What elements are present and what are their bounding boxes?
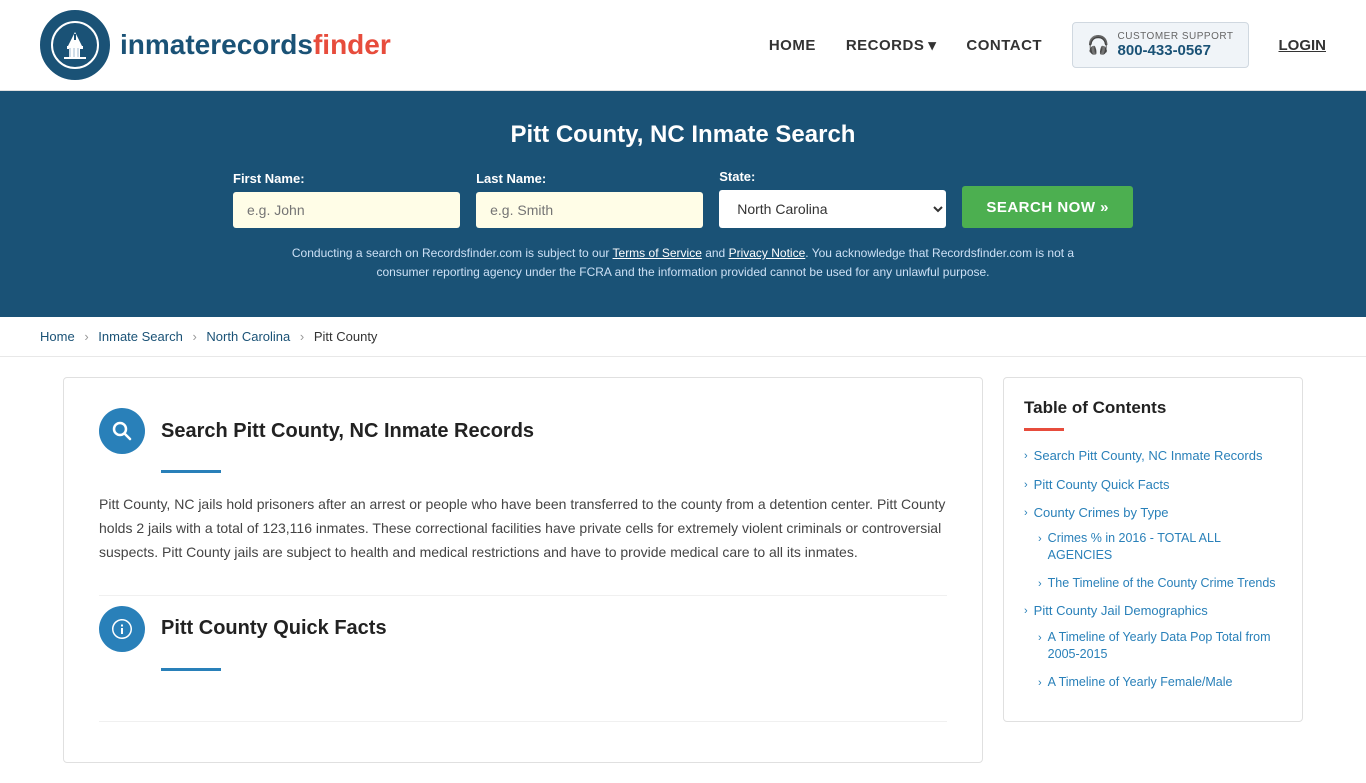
- search-form: First Name: Last Name: State: North Caro…: [233, 169, 1133, 228]
- toc-item-2: › Pitt County Quick Facts: [1024, 476, 1282, 494]
- section1-header: Search Pitt County, NC Inmate Records: [99, 408, 947, 454]
- toc-box: Table of Contents › Search Pitt County, …: [1003, 377, 1303, 722]
- first-name-group: First Name:: [233, 171, 460, 228]
- section1-divider: [161, 470, 221, 473]
- chevron-down-icon: ▾: [928, 36, 936, 54]
- logo-icon: [40, 10, 110, 80]
- toc-sub-item-3-1: › Crimes % in 2016 - TOTAL ALL AGENCIES: [1038, 530, 1282, 565]
- info-section-icon: [99, 606, 145, 652]
- first-name-input[interactable]: [233, 192, 460, 228]
- chevron-right-icon: ›: [1038, 532, 1042, 547]
- toc-sub-link-3-1[interactable]: › Crimes % in 2016 - TOTAL ALL AGENCIES: [1038, 530, 1282, 565]
- toc-item-4: › Pitt County Jail Demographics › A Time…: [1024, 602, 1282, 691]
- headset-icon: 🎧: [1087, 35, 1109, 56]
- toc-sub-item-4-1: › A Timeline of Yearly Data Pop Total fr…: [1038, 629, 1282, 664]
- chevron-right-icon: ›: [1024, 478, 1028, 493]
- last-name-input[interactable]: [476, 192, 703, 228]
- toc-sublist-3: › Crimes % in 2016 - TOTAL ALL AGENCIES …: [1038, 530, 1282, 593]
- breadcrumb-inmate-search[interactable]: Inmate Search: [98, 329, 183, 344]
- section-quick-facts: Pitt County Quick Facts: [99, 606, 947, 722]
- search-section-icon: [99, 408, 145, 454]
- main-nav: HOME RECORDS ▾ CONTACT 🎧 CUSTOMER SUPPOR…: [769, 22, 1326, 68]
- last-name-group: Last Name:: [476, 171, 703, 228]
- chevron-right-icon: ›: [1024, 506, 1028, 521]
- tos-link[interactable]: Terms of Service: [613, 246, 702, 260]
- first-name-label: First Name:: [233, 171, 460, 186]
- toc-title: Table of Contents: [1024, 398, 1282, 418]
- section2-header: Pitt County Quick Facts: [99, 606, 947, 652]
- nav-home[interactable]: HOME: [769, 37, 816, 54]
- content-area: Search Pitt County, NC Inmate Records Pi…: [63, 377, 983, 762]
- support-label: CUSTOMER SUPPORT: [1118, 31, 1234, 42]
- support-number: 800-433-0567: [1118, 42, 1234, 59]
- nav-login[interactable]: LOGIN: [1279, 37, 1327, 54]
- toc-sublist-4: › A Timeline of Yearly Data Pop Total fr…: [1038, 629, 1282, 692]
- breadcrumb-sep-3: ›: [300, 329, 304, 344]
- disclaimer-text: Conducting a search on Recordsfinder.com…: [283, 244, 1083, 282]
- site-header: inmaterecordsfinder HOME RECORDS ▾ CONTA…: [0, 0, 1366, 91]
- logo-text: inmaterecordsfinder: [120, 29, 391, 61]
- section-inmate-records: Search Pitt County, NC Inmate Records Pi…: [99, 408, 947, 595]
- nav-contact[interactable]: CONTACT: [966, 37, 1042, 54]
- chevron-right-icon: ›: [1024, 604, 1028, 619]
- sidebar: Table of Contents › Search Pitt County, …: [1003, 377, 1303, 762]
- nav-records[interactable]: RECORDS ▾: [846, 36, 937, 54]
- state-label: State:: [719, 169, 946, 184]
- toc-link-3[interactable]: › County Crimes by Type: [1024, 504, 1282, 522]
- toc-item-1: › Search Pitt County, NC Inmate Records: [1024, 447, 1282, 465]
- logo-area: inmaterecordsfinder: [40, 10, 391, 80]
- breadcrumb-sep-2: ›: [192, 329, 196, 344]
- toc-link-4[interactable]: › Pitt County Jail Demographics: [1024, 602, 1282, 620]
- privacy-link[interactable]: Privacy Notice: [729, 246, 806, 260]
- state-select[interactable]: North Carolina Alabama Alaska California…: [719, 190, 946, 228]
- customer-support-box: 🎧 CUSTOMER SUPPORT 800-433-0567: [1072, 22, 1248, 68]
- main-container: Search Pitt County, NC Inmate Records Pi…: [43, 377, 1323, 762]
- toc-sub-link-3-2[interactable]: › The Timeline of the County Crime Trend…: [1038, 575, 1282, 593]
- breadcrumb: Home › Inmate Search › North Carolina › …: [0, 317, 1366, 357]
- chevron-right-icon: ›: [1024, 449, 1028, 464]
- toc-sub-item-4-2: › A Timeline of Yearly Female/Male: [1038, 674, 1282, 692]
- hero-title: Pitt County, NC Inmate Search: [40, 121, 1326, 149]
- toc-divider: [1024, 428, 1064, 431]
- toc-link-1[interactable]: › Search Pitt County, NC Inmate Records: [1024, 447, 1282, 465]
- section2-title: Pitt County Quick Facts: [161, 617, 387, 640]
- toc-sub-link-4-2[interactable]: › A Timeline of Yearly Female/Male: [1038, 674, 1282, 692]
- breadcrumb-pitt-county: Pitt County: [314, 329, 378, 344]
- section1-title: Search Pitt County, NC Inmate Records: [161, 420, 534, 443]
- toc-item-3: › County Crimes by Type › Crimes % in 20…: [1024, 504, 1282, 593]
- breadcrumb-home[interactable]: Home: [40, 329, 75, 344]
- section1-body: Pitt County, NC jails hold prisoners aft…: [99, 493, 947, 564]
- toc-sub-item-3-2: › The Timeline of the County Crime Trend…: [1038, 575, 1282, 593]
- state-group: State: North Carolina Alabama Alaska Cal…: [719, 169, 946, 228]
- breadcrumb-sep-1: ›: [84, 329, 88, 344]
- chevron-right-icon: ›: [1038, 631, 1042, 646]
- chevron-right-icon: ›: [1038, 577, 1042, 592]
- toc-sub-link-4-1[interactable]: › A Timeline of Yearly Data Pop Total fr…: [1038, 629, 1282, 664]
- hero-section: Pitt County, NC Inmate Search First Name…: [0, 91, 1366, 317]
- toc-link-2[interactable]: › Pitt County Quick Facts: [1024, 476, 1282, 494]
- search-button[interactable]: SEARCH NOW »: [962, 186, 1133, 228]
- toc-list: › Search Pitt County, NC Inmate Records …: [1024, 447, 1282, 691]
- last-name-label: Last Name:: [476, 171, 703, 186]
- chevron-right-icon: ›: [1038, 676, 1042, 691]
- section2-divider: [161, 668, 221, 671]
- breadcrumb-north-carolina[interactable]: North Carolina: [206, 329, 290, 344]
